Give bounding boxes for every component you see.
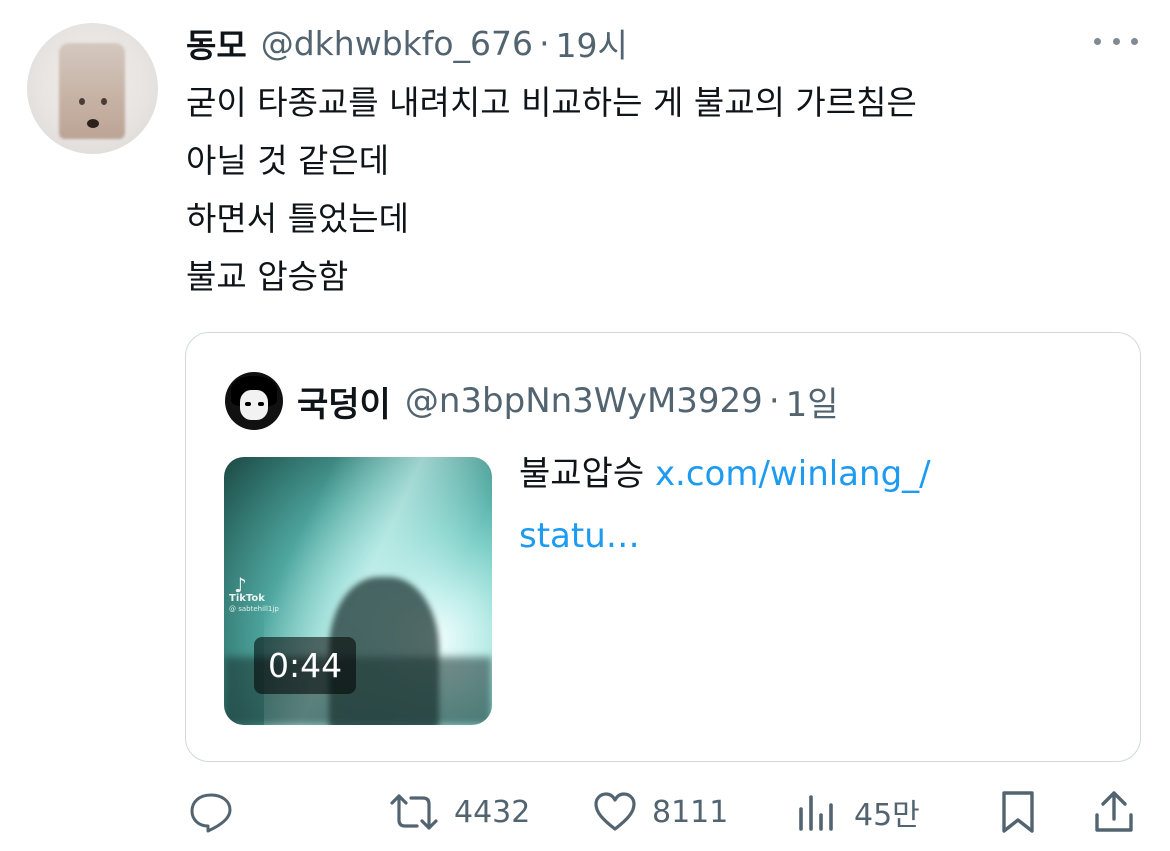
like-button[interactable]: 8111 [592,790,728,834]
views-button[interactable]: 45만 [796,790,920,834]
share-icon [1092,789,1136,835]
separator-dot: · [768,381,780,421]
tweet-header: 동모 @dkhwbkfo_676 · 19시 [186,18,628,68]
reply-button[interactable] [188,790,234,834]
author-handle[interactable]: @dkhwbkfo_676 [261,24,533,63]
video-duration-badge: 0:44 [254,637,357,694]
author-avatar[interactable] [27,23,158,154]
tweet-text-line: 하면서 틀었는데 [186,199,410,238]
like-count: 8111 [652,794,729,830]
retweet-count: 4432 [454,794,531,830]
bookmark-icon [998,789,1038,835]
quoted-text: 불교압승 [519,454,645,494]
reply-icon [188,791,234,833]
quoted-link[interactable]: x.com/winlang_/ [655,454,931,494]
quoted-author-name[interactable]: 국덩이 [297,377,391,426]
retweet-icon [388,790,440,834]
quoted-tweet-time[interactable]: 1일 [786,377,839,426]
action-bar: 4432 8111 45만 [0,770,1170,851]
tweet-text: 굳이 타종교를 내려치고 비교하는 게 불교의 가르침은 아닐 것 같은데 하면… [186,74,1146,306]
author-name[interactable]: 동모 [186,19,247,67]
share-button[interactable] [1092,790,1136,834]
more-options-icon[interactable] [1094,30,1138,52]
views-count: 45만 [854,798,920,833]
quoted-tweet-text: 불교압승 x.com/winlang_/ statu… [519,443,1079,567]
quoted-link-continued[interactable]: statu… [519,516,640,556]
retweet-button[interactable]: 4432 [388,790,530,834]
quoted-tweet-header: 국덩이 @n3bpNn3WyM3929 · 1일 [297,376,839,426]
tiktok-watermark: TikTok [229,593,265,604]
tweet-time[interactable]: 19시 [556,19,628,67]
quoted-tweet-card[interactable]: 국덩이 @n3bpNn3WyM3929 · 1일 ♪ TikTok @ sabt… [185,332,1141,762]
tweet-text-line: 불교 압승함 [186,257,349,296]
tiktok-watermark-user: @ sabtehill1jp [229,605,279,613]
quoted-author-avatar[interactable] [225,372,283,430]
quoted-author-handle[interactable]: @n3bpNn3WyM3929 [405,381,763,421]
heart-icon [592,791,638,833]
tweet-text-line: 굳이 타종교를 내려치고 비교하는 게 불교의 가르침은 [186,83,917,122]
separator-dot: · [539,23,550,63]
bookmark-button[interactable] [998,790,1038,834]
video-thumbnail[interactable]: ♪ TikTok @ sabtehill1jp 0:44 [224,457,492,725]
analytics-icon [796,791,840,833]
tweet-text-line: 아닐 것 같은데 [186,141,390,180]
